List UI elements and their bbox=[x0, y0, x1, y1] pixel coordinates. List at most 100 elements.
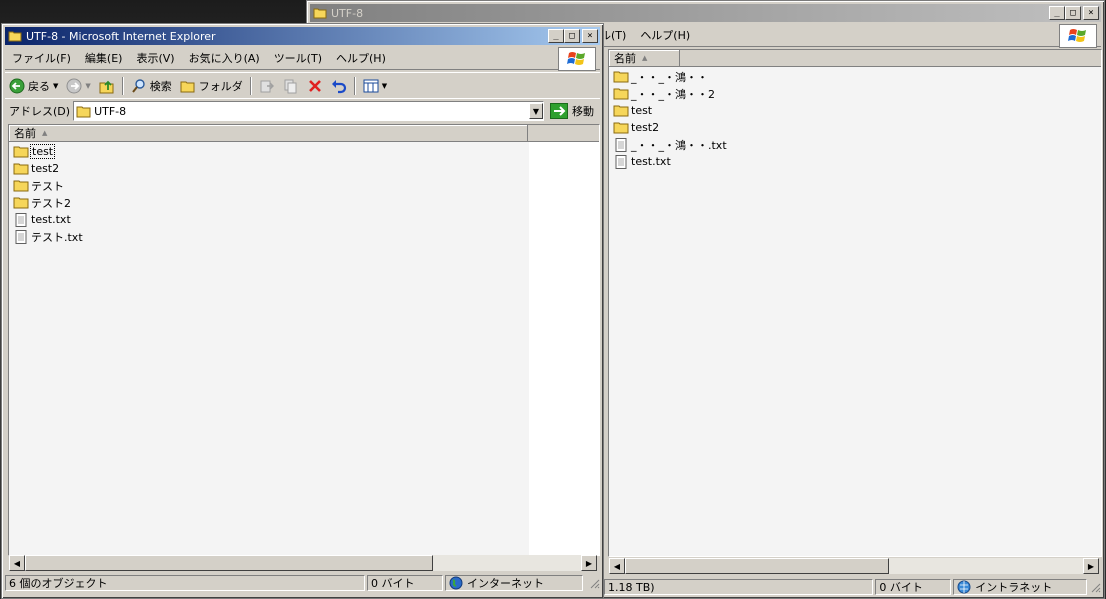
list-item[interactable]: _・・_・鴻・・ bbox=[609, 68, 1101, 85]
front-horizontal-scrollbar[interactable]: ◀ ▶ bbox=[9, 555, 597, 571]
address-dropdown-button[interactable]: ▼ bbox=[529, 103, 543, 119]
list-item[interactable]: test bbox=[609, 102, 1101, 119]
up-folder-button[interactable] bbox=[95, 78, 119, 94]
toolbar-separator bbox=[121, 76, 124, 95]
list-item[interactable]: テスト.txt bbox=[9, 228, 599, 245]
scroll-thumb[interactable] bbox=[625, 558, 889, 574]
chevron-down-icon[interactable]: ▼ bbox=[53, 82, 58, 90]
scroll-left-button[interactable]: ◀ bbox=[609, 558, 625, 574]
folders-icon bbox=[180, 79, 196, 93]
menu-help[interactable]: ヘルプ(H) bbox=[329, 50, 393, 66]
up-folder-icon bbox=[99, 78, 115, 94]
go-button[interactable]: 移動 bbox=[544, 103, 600, 119]
scroll-right-button[interactable]: ▶ bbox=[1083, 558, 1099, 574]
minimize-button[interactable]: _ bbox=[1049, 6, 1065, 20]
minimize-button[interactable]: _ bbox=[548, 29, 564, 43]
toolbar-separator bbox=[353, 76, 356, 95]
status-zone: イントラネット bbox=[953, 579, 1087, 595]
front-explorer-window[interactable]: UTF-8 - Microsoft Internet Explorer _ □ … bbox=[1, 23, 604, 599]
back-file-list[interactable]: 名前 ▲ _・・_・鴻・・ _・・_・鴻・・2test test2 _・・_・鴻・・.… bbox=[608, 49, 1102, 557]
list-item-name: _・・_・鴻・・.txt bbox=[631, 138, 727, 152]
column-header: 名前 ▲ bbox=[9, 125, 599, 142]
back-button[interactable]: 戻る ▼ bbox=[5, 78, 62, 94]
forward-arrow-icon bbox=[66, 78, 82, 94]
list-item[interactable]: test.txt bbox=[9, 211, 599, 228]
internet-globe-icon bbox=[449, 576, 463, 590]
scroll-thumb[interactable] bbox=[25, 555, 433, 571]
delete-button[interactable] bbox=[303, 78, 327, 94]
column-name-label: 名前 bbox=[614, 52, 636, 65]
undo-icon bbox=[331, 78, 347, 94]
close-button[interactable]: × bbox=[582, 29, 598, 43]
text-file-icon bbox=[613, 137, 629, 152]
back-horizontal-scrollbar[interactable]: ◀ ▶ bbox=[609, 558, 1099, 574]
list-item-name: テスト2 bbox=[31, 196, 71, 210]
text-file-icon bbox=[613, 154, 629, 169]
list-item[interactable]: test2 bbox=[609, 119, 1101, 136]
views-button[interactable]: ▼ bbox=[359, 79, 391, 93]
column-header: 名前 ▲ bbox=[609, 50, 1101, 67]
undo-button[interactable] bbox=[327, 78, 351, 94]
address-field[interactable]: ▼ bbox=[73, 101, 544, 121]
maximize-button[interactable]: □ bbox=[564, 29, 580, 43]
close-button[interactable]: × bbox=[1083, 6, 1099, 20]
front-menu-bar: ファイル(F) 編集(E) 表示(V) お気に入り(A) ツール(T) ヘルプ(… bbox=[5, 47, 600, 71]
column-name-header[interactable]: 名前 ▲ bbox=[609, 50, 680, 66]
column-name-header[interactable]: 名前 ▲ bbox=[9, 125, 528, 141]
folders-button[interactable]: フォルダ bbox=[176, 78, 247, 94]
list-item[interactable]: test.txt bbox=[609, 153, 1101, 170]
resize-grip-icon[interactable] bbox=[588, 577, 600, 589]
list-item[interactable]: テスト bbox=[9, 177, 599, 194]
search-button[interactable]: 検索 bbox=[127, 78, 176, 94]
resize-grip-icon[interactable] bbox=[1089, 581, 1101, 593]
front-window-title: UTF-8 - Microsoft Internet Explorer bbox=[26, 29, 216, 43]
menu-file[interactable]: ファイル(F) bbox=[5, 50, 78, 66]
menu-favorites[interactable]: お気に入り(A) bbox=[182, 50, 267, 66]
list-item[interactable]: _・・_・鴻・・2 bbox=[609, 85, 1101, 102]
back-list-items: _・・_・鴻・・ _・・_・鴻・・2test test2 _・・_・鴻・・.txt te… bbox=[609, 67, 1101, 170]
front-file-list[interactable]: 名前 ▲ test test2 テストテスト2 test.txt テスト.txt bbox=[8, 124, 600, 556]
list-item[interactable]: test bbox=[9, 143, 599, 160]
status-size: 0 バイト bbox=[367, 575, 443, 591]
status-zone-label: イントラネット bbox=[975, 581, 1053, 594]
chevron-down-icon[interactable]: ▼ bbox=[382, 82, 387, 90]
menu-view[interactable]: 表示(V) bbox=[129, 50, 181, 66]
front-list-items: test test2 テストテスト2 test.txt テスト.txt bbox=[9, 142, 599, 245]
list-item[interactable]: test2 bbox=[9, 160, 599, 177]
folder-icon bbox=[13, 196, 29, 210]
scroll-right-button[interactable]: ▶ bbox=[581, 555, 597, 571]
list-item[interactable]: テスト2 bbox=[9, 194, 599, 211]
move-to-button[interactable] bbox=[255, 78, 279, 94]
address-label: アドレス(D) bbox=[9, 105, 71, 118]
list-item-name: _・・_・鴻・・ bbox=[631, 70, 708, 84]
maximize-button[interactable]: □ bbox=[1065, 6, 1081, 20]
list-item[interactable]: _・・_・鴻・・.txt bbox=[609, 136, 1101, 153]
forward-button[interactable]: ▼ bbox=[62, 78, 94, 94]
folder-icon bbox=[613, 87, 629, 101]
scroll-left-button[interactable]: ◀ bbox=[9, 555, 25, 571]
text-file-icon bbox=[13, 229, 29, 244]
status-objects: 6 個のオブジェクト bbox=[5, 575, 365, 591]
chevron-down-icon[interactable]: ▼ bbox=[85, 82, 90, 90]
menu-help[interactable]: ヘルプ(H) bbox=[633, 27, 697, 43]
move-to-icon bbox=[259, 78, 275, 94]
status-zone-label: インターネット bbox=[467, 577, 544, 590]
text-file-icon bbox=[13, 212, 29, 227]
address-input[interactable] bbox=[92, 104, 529, 118]
standard-toolbar: 戻る ▼ ▼ 検索 フォルダ ▼ bbox=[5, 72, 600, 99]
copy-to-icon bbox=[283, 78, 299, 94]
front-title-bar[interactable]: UTF-8 - Microsoft Internet Explorer _ □ … bbox=[5, 27, 600, 45]
menu-tools[interactable]: ツール(T) bbox=[267, 50, 329, 66]
folder-icon bbox=[613, 121, 629, 135]
folders-label: フォルダ bbox=[198, 79, 243, 93]
back-title-bar[interactable]: UTF-8 _ □ × bbox=[310, 4, 1101, 22]
copy-to-button[interactable] bbox=[279, 78, 303, 94]
views-icon bbox=[363, 79, 379, 93]
list-item-name: test bbox=[29, 144, 56, 159]
list-item-name: test bbox=[631, 104, 653, 117]
folder-icon bbox=[76, 104, 92, 118]
column-name-label: 名前 bbox=[14, 127, 36, 140]
menu-edit[interactable]: 編集(E) bbox=[78, 50, 130, 66]
folder-icon bbox=[613, 104, 629, 118]
back-arrow-icon bbox=[9, 78, 25, 94]
